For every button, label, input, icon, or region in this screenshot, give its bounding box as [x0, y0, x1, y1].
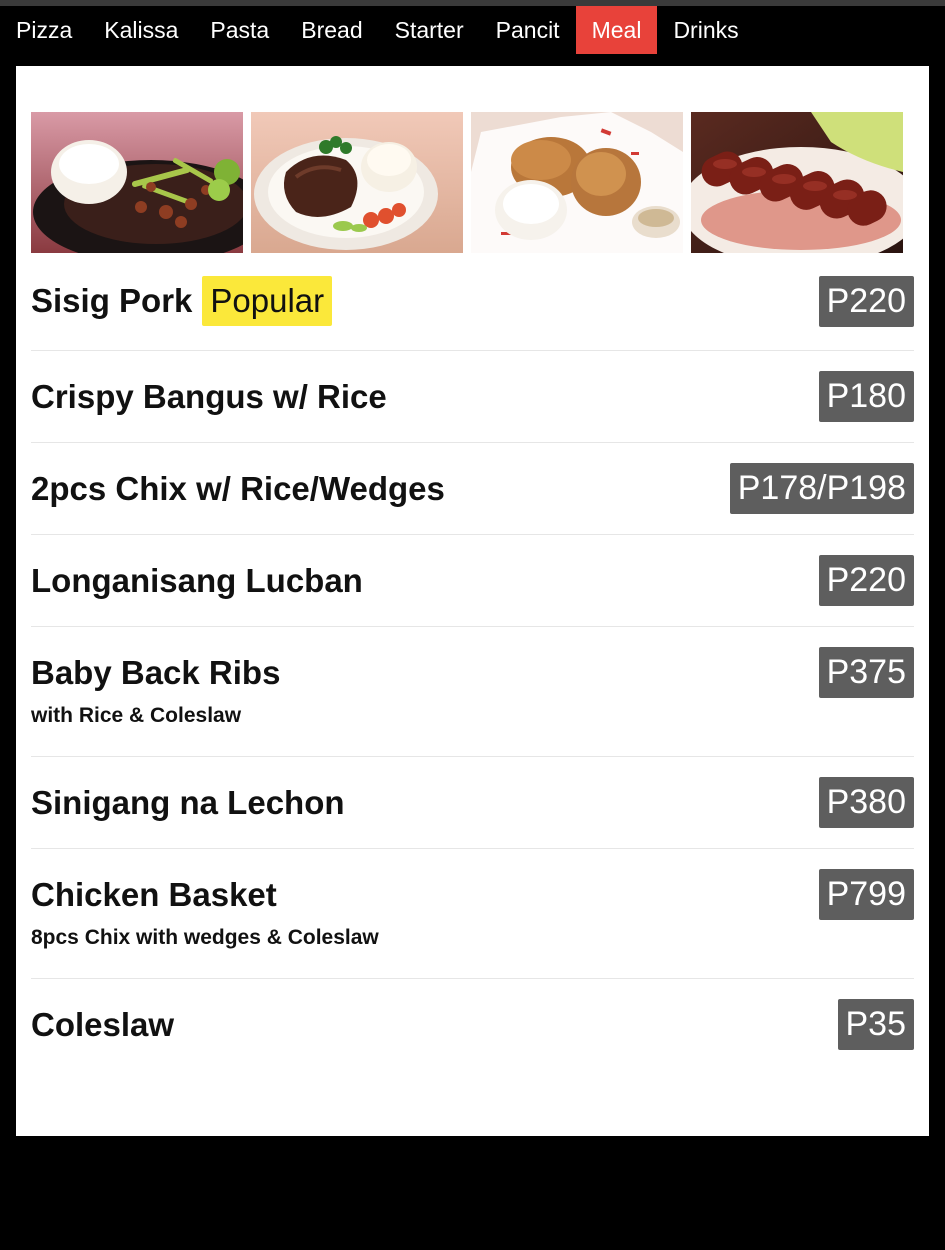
- longganisa-photo: [691, 112, 903, 253]
- menu-item[interactable]: 2pcs Chix w/ Rice/Wedges P178/P198: [31, 443, 914, 535]
- item-description: 8pcs Chix with wedges & Coleslaw: [31, 926, 379, 949]
- food-photo-strip: [31, 112, 903, 253]
- item-name: Baby Back Ribs: [31, 653, 281, 691]
- tab-bread[interactable]: Bread: [285, 6, 378, 54]
- category-tabs: Pizza Kalissa Pasta Bread Starter Pancit…: [0, 6, 945, 54]
- tab-pasta[interactable]: Pasta: [194, 6, 285, 54]
- price-badge: P35: [837, 999, 914, 1050]
- menu-item[interactable]: Sinigang na Lechon P380: [31, 757, 914, 849]
- tab-starter[interactable]: Starter: [379, 6, 480, 54]
- item-name: Crispy Bangus w/ Rice: [31, 377, 387, 415]
- price-badge: P180: [818, 371, 914, 422]
- price-badge: P380: [818, 777, 914, 828]
- fried-chicken-basket-photo: [471, 112, 683, 253]
- price-badge: P375: [818, 647, 914, 698]
- price-badge: P220: [818, 555, 914, 606]
- item-name: 2pcs Chix w/ Rice/Wedges: [31, 469, 445, 507]
- item-name: Sinigang na Lechon: [31, 783, 345, 821]
- tab-pizza[interactable]: Pizza: [0, 6, 88, 54]
- menu-item[interactable]: Longanisang Lucban P220: [31, 535, 914, 627]
- item-name: Chicken Basket: [31, 875, 277, 913]
- menu-item[interactable]: Chicken Basket P799 8pcs Chix with wedge…: [31, 849, 914, 979]
- tab-drinks[interactable]: Drinks: [657, 6, 754, 54]
- popular-badge: Popular: [202, 276, 333, 326]
- item-name: Longanisang Lucban: [31, 561, 363, 599]
- menu-item[interactable]: Sisig Pork Popular P220: [31, 252, 914, 351]
- tab-meal[interactable]: Meal: [575, 6, 658, 54]
- menu-list: Sisig Pork Popular P220 Crispy Bangus w/…: [31, 252, 914, 1070]
- sisig-pork-photo: [31, 112, 243, 253]
- menu-item[interactable]: Coleslaw P35: [31, 979, 914, 1070]
- item-description: with Rice & Coleslaw: [31, 704, 242, 727]
- price-badge: P799: [818, 869, 914, 920]
- menu-item[interactable]: Crispy Bangus w/ Rice P180: [31, 351, 914, 443]
- steak-plate-photo: [251, 112, 463, 253]
- menu-item[interactable]: Baby Back Ribs P375 with Rice & Coleslaw: [31, 627, 914, 757]
- item-name: Sisig Pork: [31, 282, 193, 319]
- item-name: Coleslaw: [31, 1005, 175, 1043]
- price-badge: P220: [818, 275, 914, 327]
- tab-kalissa[interactable]: Kalissa: [88, 6, 194, 54]
- price-badge: P178/P198: [729, 463, 914, 514]
- tab-pancit[interactable]: Pancit: [480, 6, 576, 54]
- menu-panel: Sisig Pork Popular P220 Crispy Bangus w/…: [16, 66, 929, 1136]
